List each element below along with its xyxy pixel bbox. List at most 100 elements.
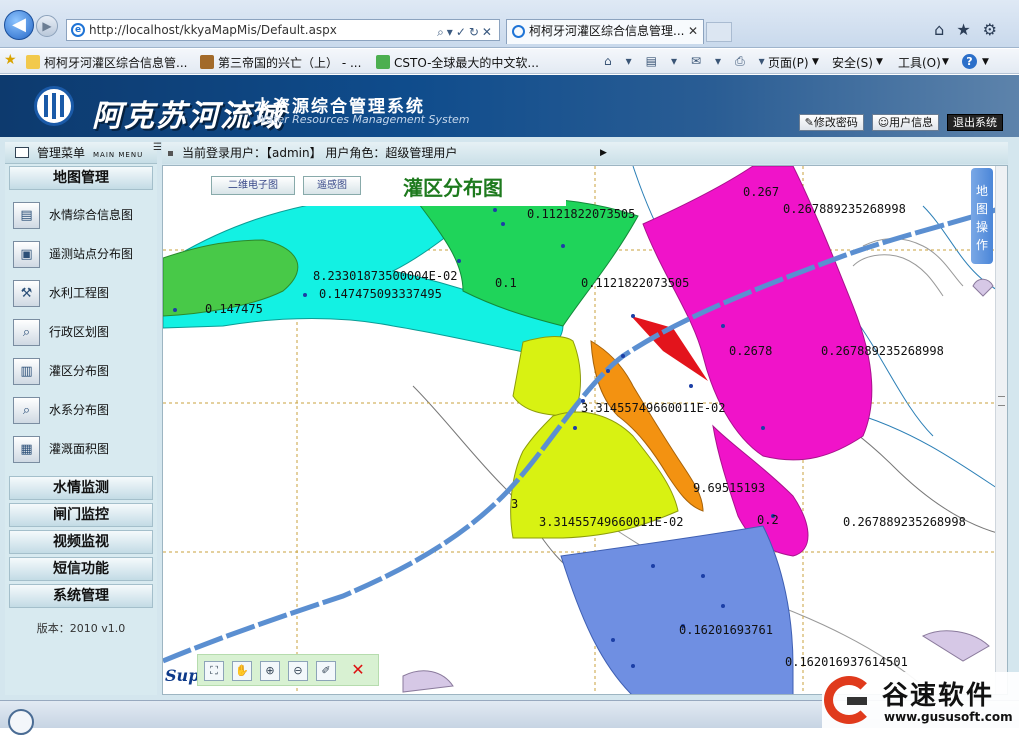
- monitor-icon: ▣: [13, 241, 40, 268]
- safety-menu[interactable]: 安全(S): [832, 54, 873, 71]
- magnifier-icon: ⌕: [13, 319, 40, 346]
- chevron-down-icon: ▼: [812, 57, 819, 67]
- menu-title-en: MAIN MENU: [93, 151, 144, 159]
- favorite-label: 柯柯牙河灌区综合信息管...: [44, 56, 188, 70]
- header-buttons: ✎修改密码 ☺用户信息 退出系统: [795, 114, 1003, 131]
- map-label: 0.267889235268998: [783, 202, 906, 216]
- t-icon: [376, 55, 390, 69]
- login-status-text: 当前登录用户：【admin】 用户角色：超级管理用户: [182, 146, 458, 160]
- home-star-gear-icons[interactable]: ⌂★⚙: [934, 20, 1009, 39]
- map-scrollbar[interactable]: [995, 166, 1007, 694]
- document-icon: ▥: [13, 358, 40, 385]
- full-extent-icon[interactable]: ⛶: [204, 661, 224, 681]
- map-label: 0.2: [757, 513, 779, 527]
- back-button[interactable]: ◀: [4, 10, 34, 40]
- sidebar-item-map-6[interactable]: ▦ 灌溉面积图: [13, 430, 157, 469]
- logout-button[interactable]: 退出系统: [947, 114, 1003, 131]
- favorite-item-1[interactable]: 柯柯牙河灌区综合信息管...: [26, 54, 187, 71]
- watermark-name: 谷速软件: [882, 681, 995, 711]
- chevron-down-icon: ▼: [942, 57, 949, 67]
- magnifier-icon: ⌕: [13, 397, 40, 424]
- map-label: 0.1121822073505: [581, 276, 689, 290]
- map-menu-list: ▤ 水情综合信息图 ▣ 遥测站点分布图 ⚒ 水利工程图 ⌕ 行政区划图 ▥ 灌区分布图 ⌕ 水系分布图…: [5, 190, 157, 473]
- page-menu[interactable]: 页面(P): [768, 54, 809, 71]
- browser-tab[interactable]: 柯柯牙河灌区综合信息管理... ✕: [506, 19, 704, 44]
- map-label: 3.31455749660011E-02: [581, 401, 726, 415]
- sidebar: 管理菜单 MAIN MENU 地图管理 ▤ 水情综合信息图 ▣ 遥测站点分布图 ⚒ 水利工程…: [5, 142, 157, 695]
- address-bar[interactable]: e http://localhost/kkyaMapMis/Default.as…: [66, 19, 500, 41]
- scroll-grip[interactable]: [998, 396, 1005, 406]
- sidebar-item-map-2[interactable]: ⚒ 水利工程图: [13, 274, 157, 313]
- section-3[interactable]: 短信功能: [9, 557, 153, 581]
- favorites-star-icon[interactable]: ★: [4, 52, 17, 68]
- sidebar-item-label: 行政区划图: [49, 325, 110, 339]
- address-actions-icon[interactable]: ⌕▾✓↻✕: [437, 22, 495, 42]
- watermark: 谷速软件 www.gususoft.com: [822, 672, 1019, 728]
- tab-ie-icon: [512, 25, 525, 38]
- help-icon[interactable]: ?: [962, 54, 977, 69]
- zoom-out-icon[interactable]: ⊖: [288, 661, 308, 681]
- close-icon[interactable]: ✕: [348, 661, 368, 681]
- sidebar-item-map-5[interactable]: ⌕ 水系分布图: [13, 391, 157, 430]
- section-1[interactable]: 闸门监控: [9, 503, 153, 527]
- address-toolbar: ◀ ▶ e http://localhost/kkyaMapMis/Defaul…: [0, 0, 1019, 48]
- map-label: 3: [511, 497, 518, 511]
- user-info-button[interactable]: ☺用户信息: [871, 114, 940, 131]
- favorite-item-3[interactable]: CSTO-全球最大的中文软...: [376, 54, 539, 71]
- sidebar-item-label: 水系分布图: [49, 403, 110, 417]
- map-label: 0.147475: [205, 302, 263, 316]
- zone-blue[interactable]: [560, 525, 794, 695]
- change-password-button[interactable]: ✎修改密码: [798, 114, 864, 131]
- command-icons[interactable]: ⌂▾▤▾✉▾⎙▾: [604, 54, 779, 69]
- sidebar-item-map-1[interactable]: ▣ 遥测站点分布图: [13, 235, 157, 274]
- sidebar-item-map-3[interactable]: ⌕ 行政区划图: [13, 313, 157, 352]
- sidebar-item-map-0[interactable]: ▤ 水情综合信息图: [13, 196, 157, 235]
- tab-2d-map[interactable]: 二维电子图: [211, 176, 295, 195]
- pencil-icon: ✎: [804, 116, 814, 129]
- map-title: 灌区分布图: [403, 176, 503, 200]
- zone-yellow[interactable]: [512, 336, 581, 417]
- map-label: 0.267889235268998: [843, 515, 966, 529]
- sidebar-item-map-4[interactable]: ▥ 灌区分布图: [13, 352, 157, 391]
- section-2[interactable]: 视频监视: [9, 530, 153, 554]
- section-4[interactable]: 系统管理: [9, 584, 153, 608]
- map-label: 3.31455749660011E-02: [539, 515, 684, 529]
- site-header: 阿克苏河流域 水资源综合管理系统 Water Resources Managem…: [0, 75, 1019, 137]
- app-body: 管理菜单 MAIN MENU 地图管理 ▤ 水情综合信息图 ▣ 遥测站点分布图 ⚒ 水利工程…: [0, 137, 1019, 700]
- map-toolbar: ⛶ ✋ ⊕ ⊖ ✐ ✕: [197, 654, 379, 686]
- map-brand-text: Sup: [165, 666, 200, 685]
- browser-window: ◀ ▶ e http://localhost/kkyaMapMis/Defaul…: [0, 0, 1019, 735]
- change-password-label: 修改密码: [813, 116, 858, 129]
- expand-arrow-icon[interactable]: ▶: [600, 142, 607, 164]
- sidebar-item-label: 水情综合信息图: [49, 208, 134, 222]
- pan-hand-icon[interactable]: ✋: [232, 661, 252, 681]
- bullet-icon: [168, 151, 173, 156]
- zoom-in-icon[interactable]: ⊕: [260, 661, 280, 681]
- map-label: 8.23301873500004E-02: [313, 269, 458, 283]
- user-icon: ☺: [877, 116, 890, 129]
- section-0[interactable]: 水情监测: [9, 476, 153, 500]
- new-tab-button[interactable]: [706, 22, 732, 42]
- forward-button[interactable]: ▶: [36, 15, 58, 37]
- tools-menu[interactable]: 工具(O): [898, 54, 941, 71]
- sidebar-item-label: 水利工程图: [49, 286, 110, 300]
- tab-satellite[interactable]: 遥感图: [303, 176, 361, 195]
- map-canvas[interactable]: 0.147475 8.23301873500004E-02 0.14747509…: [163, 166, 1008, 695]
- menu-header: 管理菜单 MAIN MENU: [5, 142, 157, 164]
- map-label: 9.69515193: [693, 481, 765, 495]
- map-panel[interactable]: 0.147475 8.23301873500004E-02 0.14747509…: [162, 165, 1008, 695]
- favorite-item-2[interactable]: 第三帝国的兴亡（上） - ...: [200, 54, 361, 71]
- map-operations-button[interactable]: 地图操作: [971, 168, 993, 264]
- map-label: 0.2678: [729, 344, 772, 358]
- menu-collapse-icon[interactable]: ☰: [153, 142, 162, 162]
- tab-close-icon[interactable]: ✕: [688, 20, 698, 43]
- screen-icon: ▦: [13, 436, 40, 463]
- map-label: 0.267: [743, 185, 779, 199]
- watermark-logo: [824, 676, 874, 724]
- map-label: 0.267889235268998: [821, 344, 944, 358]
- ie-page-icon: e: [71, 23, 85, 37]
- status-circle-icon: [8, 709, 34, 735]
- eraser-icon[interactable]: ✐: [316, 661, 336, 681]
- url-text: http://localhost/kkyaMapMis/Default.aspx: [89, 23, 337, 37]
- section-map-management[interactable]: 地图管理: [9, 166, 153, 190]
